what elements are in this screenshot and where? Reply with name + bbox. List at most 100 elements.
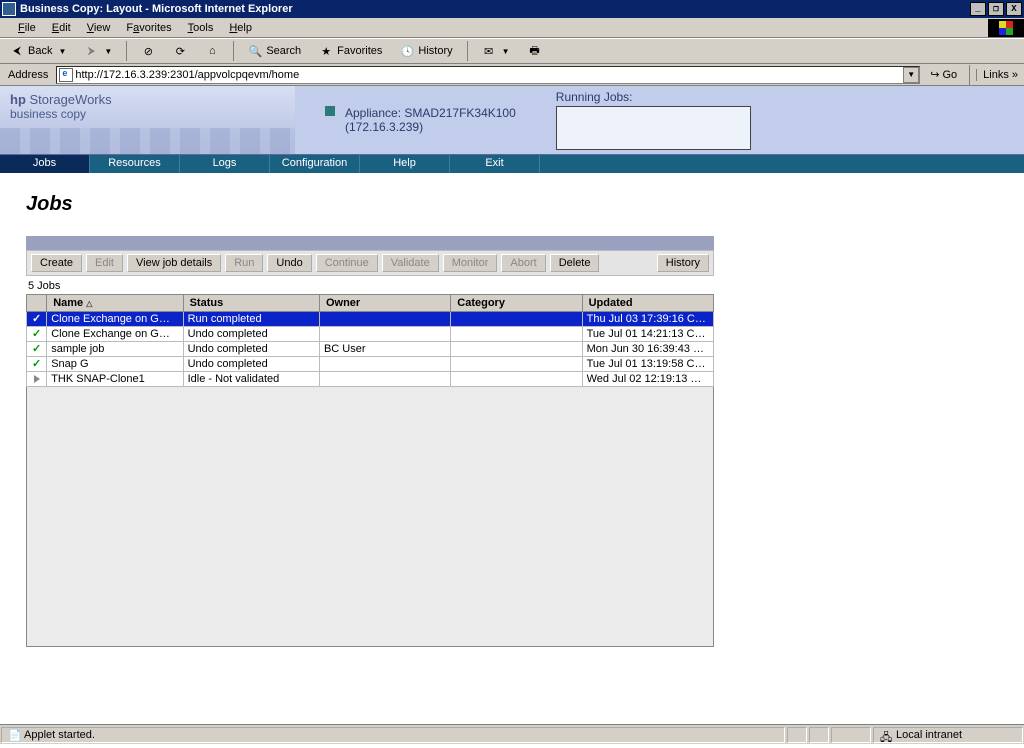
nav-resources[interactable]: Resources	[90, 155, 180, 173]
cell-name: Clone Exchange on G…	[47, 312, 183, 327]
address-combo[interactable]: ▼	[56, 66, 920, 84]
panel-header-strip	[26, 236, 714, 250]
go-button[interactable]: ↪Go	[924, 68, 963, 81]
search-button[interactable]: 🔍Search	[242, 42, 307, 60]
continue-button[interactable]: Continue	[316, 254, 378, 272]
favorites-button[interactable]: ★Favorites	[313, 42, 388, 60]
forward-button[interactable]: ⮞▼	[78, 42, 118, 60]
cell-category	[451, 312, 582, 327]
col-icon[interactable]	[27, 295, 47, 312]
table-row[interactable]: ✓Clone Exchange on G…Run completedThu Ju…	[27, 312, 714, 327]
cell-category	[451, 372, 582, 387]
search-icon: 🔍	[248, 44, 262, 58]
window-titlebar: Business Copy: Layout - Microsoft Intern…	[0, 0, 1024, 18]
status-message: 📄 Applet started.	[1, 727, 785, 743]
address-label: Address	[4, 69, 52, 81]
history-button[interactable]: History	[657, 254, 709, 272]
delete-button[interactable]: Delete	[550, 254, 600, 272]
job-count: 5 Jobs	[26, 276, 714, 294]
menu-favorites[interactable]: Favorites	[118, 20, 179, 36]
menu-file[interactable]: File	[10, 20, 44, 36]
nav-jobs[interactable]: Jobs	[0, 155, 90, 173]
menu-edit[interactable]: Edit	[44, 20, 79, 36]
cell-name: Snap G	[47, 357, 183, 372]
menubar: File Edit View Favorites Tools Help	[0, 18, 1024, 38]
brand-decor	[0, 128, 295, 154]
table-row[interactable]: THK SNAP-Clone1Idle - Not validatedWed J…	[27, 372, 714, 387]
validate-button[interactable]: Validate	[382, 254, 439, 272]
links-button[interactable]: Links »	[976, 69, 1024, 81]
cell-category	[451, 327, 582, 342]
col-owner[interactable]: Owner	[319, 295, 450, 312]
appliance-ip: (172.16.3.239)	[345, 120, 516, 134]
window-title: Business Copy: Layout - Microsoft Intern…	[20, 3, 293, 15]
table-row[interactable]: ✓ Snap GUndo completed Tue Jul 01 13:19:58…	[27, 357, 714, 372]
history-button[interactable]: 🕓History	[394, 42, 458, 60]
job-button-bar: Create Edit View job details Run Undo Co…	[26, 250, 714, 276]
abort-button[interactable]: Abort	[501, 254, 545, 272]
history-icon: 🕓	[400, 44, 414, 58]
status-seg-3	[831, 727, 871, 743]
address-input[interactable]	[75, 68, 903, 82]
cell-updated: Thu Jul 03 17:39:16 C…	[582, 312, 713, 327]
cell-owner: BC User	[319, 342, 450, 357]
cell-owner	[319, 327, 450, 342]
mail-button[interactable]: ✉▼	[476, 42, 516, 60]
menu-tools[interactable]: Tools	[180, 20, 222, 36]
cell-status: Undo completed	[183, 357, 319, 372]
check-icon: ✓	[31, 359, 42, 370]
home-icon: ⌂	[205, 44, 219, 58]
cell-category	[451, 357, 582, 372]
monitor-button[interactable]: Monitor	[443, 254, 498, 272]
page-title: Jobs	[26, 193, 998, 216]
go-icon: ↪	[930, 68, 939, 81]
app-icon	[2, 2, 16, 16]
close-button[interactable]: X	[1006, 2, 1022, 16]
menu-view[interactable]: View	[79, 20, 119, 36]
zone-icon: 🖧	[880, 729, 892, 741]
print-button[interactable]: 🖶	[522, 42, 548, 60]
home-button[interactable]: ⌂	[199, 42, 225, 60]
cell-updated: Tue Jul 01 13:19:58 C…	[582, 357, 713, 372]
security-zone: 🖧 Local intranet	[873, 727, 1023, 743]
sort-asc-icon: △	[86, 299, 92, 308]
table-row[interactable]: ✓sample jobUndo completedBC UserMon Jun …	[27, 342, 714, 357]
refresh-button[interactable]: ⟳	[167, 42, 193, 60]
table-row[interactable]: ✓Clone Exchange on G…Undo completedTue J…	[27, 327, 714, 342]
cell-owner	[319, 312, 450, 327]
address-dropdown[interactable]: ▼	[903, 67, 919, 83]
nav-exit[interactable]: Exit	[450, 155, 540, 173]
menu-help[interactable]: Help	[221, 20, 260, 36]
col-name[interactable]: Name △	[47, 295, 183, 312]
cell-name: Clone Exchange on G…	[47, 327, 183, 342]
brand-panel: hp StorageWorks business copy	[0, 86, 295, 154]
nav-bar: Jobs Resources Logs Configuration Help E…	[0, 155, 1024, 173]
nav-help[interactable]: Help	[360, 155, 450, 173]
jobs-table-empty-area	[26, 387, 714, 647]
jobs-panel: Create Edit View job details Run Undo Co…	[26, 236, 714, 647]
view-details-button[interactable]: View job details	[127, 254, 221, 272]
cell-updated: Tue Jul 01 14:21:13 C…	[582, 327, 713, 342]
ie-logo	[988, 19, 1024, 37]
status-seg-2	[809, 727, 829, 743]
col-status[interactable]: Status	[183, 295, 319, 312]
appliance-label: Appliance: SMAD217FK34K100	[345, 106, 516, 120]
edit-button[interactable]: Edit	[86, 254, 123, 272]
maximize-button[interactable]: ❐	[988, 2, 1004, 16]
minimize-button[interactable]: _	[970, 2, 986, 16]
back-button[interactable]: ⮜ Back ▼	[4, 42, 72, 60]
col-updated[interactable]: Updated	[582, 295, 713, 312]
nav-logs[interactable]: Logs	[180, 155, 270, 173]
cell-updated: Wed Jul 02 12:19:13 …	[582, 372, 713, 387]
col-category[interactable]: Category	[451, 295, 582, 312]
favorites-icon: ★	[319, 44, 333, 58]
nav-configuration[interactable]: Configuration	[270, 155, 360, 173]
address-bar: Address ▼ ↪Go Links »	[0, 64, 1024, 86]
page-icon	[59, 68, 73, 82]
create-button[interactable]: Create	[31, 254, 82, 272]
undo-button[interactable]: Undo	[267, 254, 311, 272]
run-button[interactable]: Run	[225, 254, 263, 272]
cell-owner	[319, 372, 450, 387]
stop-button[interactable]: ⊘	[135, 42, 161, 60]
check-icon: ✓	[31, 344, 42, 355]
